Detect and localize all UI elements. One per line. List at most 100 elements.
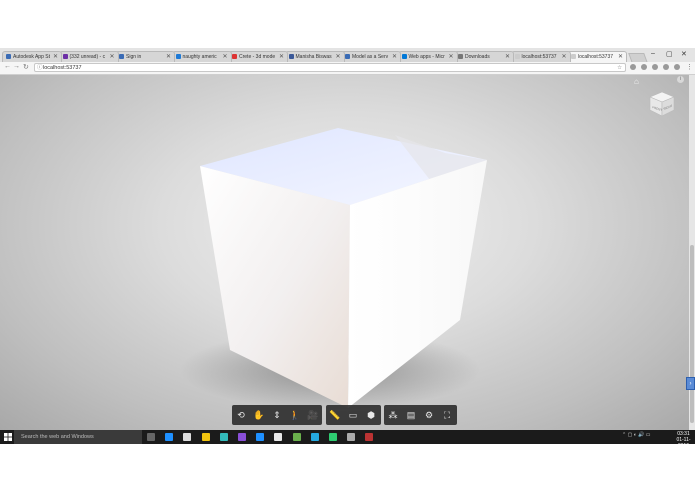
zoom-icon[interactable]: ⇕	[268, 406, 286, 424]
extension-icon[interactable]	[663, 64, 669, 70]
browser-tab[interactable]: Manisha Biswas ✕	[284, 51, 345, 62]
taskbar-app-icon[interactable]	[201, 433, 210, 441]
tab-close-icon[interactable]: ✕	[392, 52, 397, 62]
tab-close-icon[interactable]: ✕	[279, 52, 284, 62]
screen: localhost:53737 ✕ localhost:53737 ✕ Download…	[0, 48, 695, 444]
camera-icon[interactable]: 🎥	[304, 406, 322, 424]
taskbar-app-icon[interactable]	[274, 433, 283, 441]
clock-date: 01-11-2016	[676, 437, 691, 444]
tab-close-icon[interactable]: ✕	[166, 52, 171, 62]
browser-tab[interactable]: naughty americ ✕	[171, 51, 232, 62]
windows-start-icon[interactable]	[4, 433, 12, 441]
browser-tab[interactable]: (332 unread) - c ✕	[58, 51, 119, 62]
tab-label: Crete - 3d mode	[239, 54, 276, 60]
browser-tab[interactable]: Crete - 3d mode ✕	[228, 51, 288, 62]
navigation-bar: ← → ↻ ⓘ localhost:53737 ☆ ⋮	[0, 62, 695, 75]
tab-favicon-icon	[571, 54, 576, 60]
taskbar-app-icon[interactable]	[365, 433, 374, 441]
tab-label: Autodesk App St	[13, 54, 50, 60]
scrollbar-thumb[interactable]	[690, 245, 694, 423]
tab-label: Downloads	[465, 54, 490, 60]
taskbar-app-icon[interactable]	[292, 433, 301, 441]
taskbar-app-icon[interactable]	[347, 433, 356, 441]
tab-label: Model as a Serv	[352, 54, 389, 60]
taskbar-app-icon[interactable]	[147, 433, 155, 441]
browser-tab[interactable]: Web apps - Micr ✕	[397, 51, 458, 62]
back-icon[interactable]: ←	[4, 63, 11, 70]
taskbar-search-box[interactable]: Search the web and Windows	[14, 430, 142, 444]
minimize-button[interactable]: –	[651, 50, 655, 57]
close-window-button[interactable]: ✕	[681, 50, 687, 58]
taskbar-app-icon[interactable]	[310, 433, 319, 441]
side-panel-toggle-button[interactable]: ›	[686, 377, 695, 390]
settings-icon[interactable]: ⚙	[420, 406, 438, 424]
model-viewer-canvas[interactable]: ⌂ i FRONT RIGHT › ⟲ ✋ ⇕ 🚶 🎥 📏 ▭ ⬢ ⁂ ▤ ⚙ ⛶	[0, 75, 695, 430]
tab-label: Web apps - Micr	[408, 54, 445, 60]
viewcube[interactable]: FRONT RIGHT	[646, 87, 678, 119]
tab-favicon-icon	[232, 54, 237, 60]
taskbar-app-icon[interactable]	[165, 433, 174, 441]
maximize-button[interactable]: ▢	[666, 50, 673, 58]
tab-close-icon[interactable]: ✕	[448, 52, 453, 62]
explode-icon[interactable]: ⬢	[362, 406, 380, 424]
taskbar-app-icon[interactable]	[238, 433, 246, 441]
browser-tab[interactable]: localhost:53737 ✕	[510, 51, 571, 62]
extension-icon[interactable]	[674, 64, 680, 70]
pan-icon[interactable]: ✋	[250, 406, 268, 424]
tab-close-icon[interactable]: ✕	[335, 52, 340, 62]
taskbar-app-icon[interactable]	[183, 433, 192, 441]
menu-icon[interactable]: ⋮	[686, 63, 693, 71]
measure-icon[interactable]: 📏	[326, 406, 344, 424]
tab-favicon-icon	[401, 54, 407, 60]
tab-label: (332 unread) - c	[69, 54, 106, 60]
system-tray-icons[interactable]: ⌃ ▢ ◐ 🔊 ▭	[622, 432, 650, 438]
tab-favicon-icon	[288, 54, 294, 60]
tab-favicon-icon	[119, 54, 124, 60]
tab-close-icon[interactable]: ✕	[618, 52, 623, 62]
tab-favicon-icon	[62, 54, 68, 60]
extension-icon[interactable]	[630, 64, 636, 70]
url-text: localhost:53737	[43, 65, 82, 71]
taskbar-app-icon[interactable]	[329, 433, 337, 441]
info-icon[interactable]: i	[677, 76, 684, 83]
section-icon[interactable]: ▭	[344, 406, 362, 424]
tab-label: Manisha Biswas	[295, 54, 332, 60]
taskbar: Search the web and Windows ⌃ ▢ ◐ 🔊 ▭ 03:…	[0, 430, 695, 444]
browser-tab[interactable]: localhost:53737 ✕	[567, 51, 627, 62]
tab-close-icon[interactable]: ✕	[109, 52, 114, 62]
tab-favicon-icon	[514, 54, 520, 60]
address-bar[interactable]: ⓘ localhost:53737 ☆	[34, 63, 626, 72]
home-icon[interactable]: ⌂	[634, 77, 639, 86]
properties-icon[interactable]: ▤	[402, 406, 420, 424]
bookmark-star-icon[interactable]: ☆	[617, 64, 622, 73]
page-info-icon[interactable]: ⓘ	[37, 64, 43, 73]
cube-model[interactable]	[0, 75, 695, 430]
model-browser-icon[interactable]: ⁂	[384, 406, 402, 424]
reload-icon[interactable]: ↻	[23, 63, 29, 71]
tab-close-icon[interactable]: ✕	[222, 52, 227, 62]
settings-toolbar-group: ⁂ ▤ ⚙ ⛶	[384, 405, 457, 425]
browser-tab[interactable]: Downloads ✕	[454, 51, 514, 62]
tab-close-icon[interactable]: ✕	[561, 52, 566, 62]
tab-favicon-icon	[175, 54, 181, 60]
tab-label: naughty americ	[182, 54, 217, 60]
browser-tab[interactable]: Model as a Serv ✕	[341, 51, 401, 62]
modeling-toolbar-group: 📏 ▭ ⬢	[326, 405, 381, 425]
walk-icon[interactable]: 🚶	[286, 406, 304, 424]
browser-tab[interactable]: Autodesk App St ✕	[2, 51, 62, 62]
tab-label: localhost:53737	[578, 54, 614, 60]
fullscreen-icon[interactable]: ⛶	[438, 406, 456, 424]
tab-close-icon[interactable]: ✕	[53, 52, 58, 62]
orbit-icon[interactable]: ⟲	[232, 406, 250, 424]
browser-tab[interactable]: Sign in ✕	[115, 51, 175, 62]
extension-icon[interactable]	[641, 64, 647, 70]
taskbar-app-icon[interactable]	[256, 433, 265, 441]
navigation-toolbar-group: ⟲ ✋ ⇕ 🚶 🎥	[232, 405, 322, 425]
taskbar-app-icon[interactable]	[219, 433, 228, 441]
tab-favicon-icon	[6, 54, 11, 60]
taskbar-clock[interactable]: 03:31 01-11-2016	[672, 431, 695, 444]
extension-icon[interactable]	[652, 64, 658, 70]
tab-close-icon[interactable]: ✕	[505, 52, 510, 62]
tab-label: Sign in	[126, 54, 142, 60]
forward-icon[interactable]: →	[13, 63, 20, 70]
